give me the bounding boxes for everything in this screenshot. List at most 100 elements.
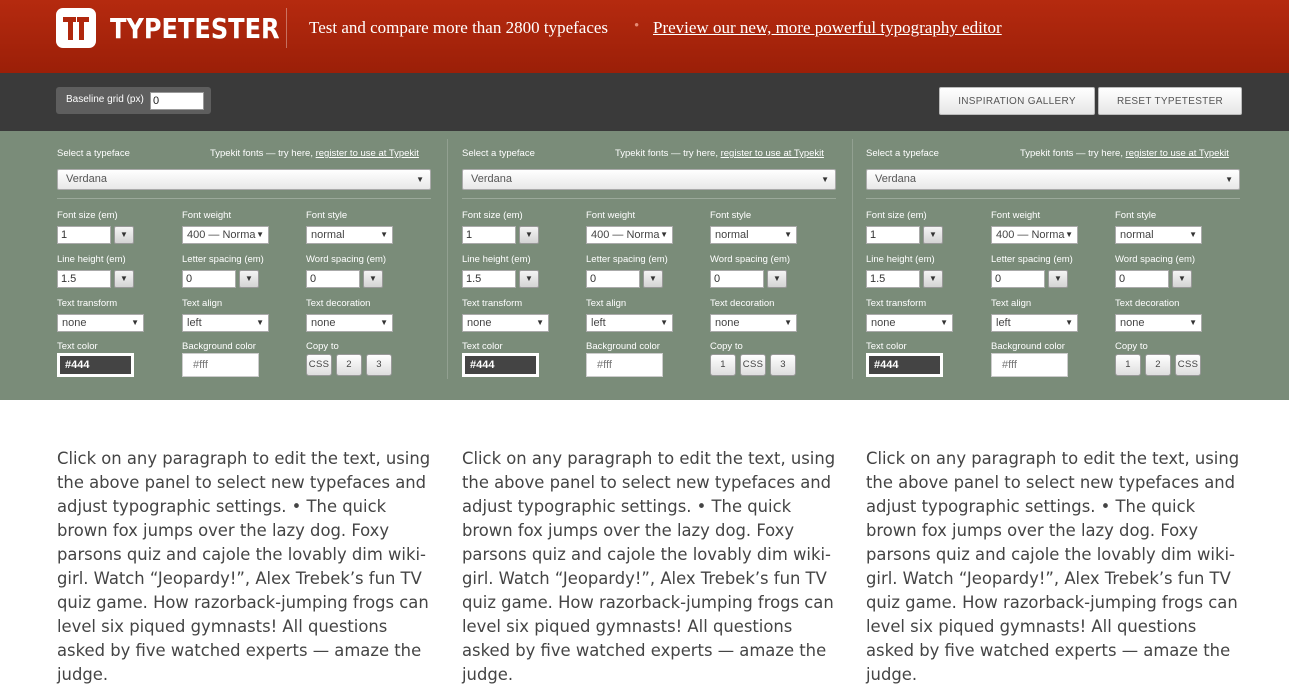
- text-transform-select[interactable]: none ▼: [866, 314, 953, 332]
- text-align-label: Text align: [586, 298, 627, 309]
- text-transform-value: none: [62, 317, 87, 329]
- copy-to-button-2[interactable]: CSS: [740, 354, 766, 376]
- word-spacing-label: Word spacing (em): [710, 254, 791, 265]
- typeface-select[interactable]: Verdana ▼: [57, 169, 431, 190]
- preview-editor-link[interactable]: Preview our new, more powerful typograph…: [653, 18, 1002, 38]
- controls-area: Select a typeface Typekit fonts — try he…: [0, 131, 1289, 400]
- baseline-grid-label: Baseline grid (px): [66, 94, 144, 105]
- letter-spacing-input[interactable]: 0: [182, 270, 236, 288]
- letter-spacing-stepper[interactable]: ▼: [239, 270, 259, 288]
- line-height-input[interactable]: 1.5: [866, 270, 920, 288]
- word-spacing-input[interactable]: 0: [1115, 270, 1169, 288]
- chevron-down-icon: ▼: [120, 230, 128, 239]
- word-spacing-input[interactable]: 0: [710, 270, 764, 288]
- text-decoration-label: Text decoration: [1115, 298, 1180, 309]
- app-name[interactable]: TYPETESTER: [110, 12, 280, 45]
- typeface-select-value: Verdana: [66, 173, 107, 185]
- sample-paragraph-1[interactable]: Click on any paragraph to edit the text,…: [57, 447, 435, 687]
- word-spacing-stepper[interactable]: ▼: [767, 270, 787, 288]
- font-weight-label: Font weight: [991, 210, 1041, 221]
- letter-spacing-input[interactable]: 0: [586, 270, 640, 288]
- font-style-select[interactable]: normal ▼: [1115, 226, 1202, 244]
- font-weight-select[interactable]: 400 — Normal ▼: [182, 226, 269, 244]
- font-size-label: Font size (em): [57, 210, 118, 221]
- word-spacing-input[interactable]: 0: [306, 270, 360, 288]
- chevron-down-icon: ▼: [649, 274, 657, 283]
- font-weight-value: 400 — Normal: [591, 229, 662, 241]
- sample-paragraph-3[interactable]: Click on any paragraph to edit the text,…: [866, 447, 1244, 687]
- divider: [866, 198, 1240, 199]
- copy-to-button-1[interactable]: 1: [710, 354, 736, 376]
- font-size-input[interactable]: 1: [57, 226, 111, 244]
- line-height-stepper[interactable]: ▼: [114, 270, 134, 288]
- line-height-input[interactable]: 1.5: [57, 270, 111, 288]
- typeface-select[interactable]: Verdana ▼: [462, 169, 836, 190]
- typeface-select[interactable]: Verdana ▼: [866, 169, 1240, 190]
- chevron-down-icon: ▼: [256, 227, 264, 243]
- settings-panel-1: Select a typeface Typekit fonts — try he…: [0, 131, 431, 400]
- typekit-register-link[interactable]: register to use at Typekit: [316, 148, 419, 159]
- text-decoration-select[interactable]: none ▼: [710, 314, 797, 332]
- letter-spacing-label: Letter spacing (em): [586, 254, 668, 265]
- text-transform-select[interactable]: none ▼: [57, 314, 144, 332]
- font-weight-select[interactable]: 400 — Normal ▼: [586, 226, 673, 244]
- line-height-input[interactable]: 1.5: [462, 270, 516, 288]
- sample-paragraph-2[interactable]: Click on any paragraph to edit the text,…: [462, 447, 840, 687]
- font-style-value: normal: [715, 229, 749, 241]
- font-size-stepper[interactable]: ▼: [923, 226, 943, 244]
- copy-to-button-2[interactable]: 2: [1145, 354, 1171, 376]
- word-spacing-label: Word spacing (em): [1115, 254, 1196, 265]
- chevron-down-icon: ▼: [784, 315, 792, 331]
- text-color-input[interactable]: #444: [462, 353, 539, 377]
- font-style-select[interactable]: normal ▼: [710, 226, 797, 244]
- chevron-down-icon: ▼: [131, 315, 139, 331]
- copy-to-label: Copy to: [1115, 341, 1148, 352]
- reset-typetester-button[interactable]: RESET TYPETESTER: [1098, 87, 1242, 115]
- text-color-input[interactable]: #444: [866, 353, 943, 377]
- line-height-stepper[interactable]: ▼: [923, 270, 943, 288]
- text-align-select[interactable]: left ▼: [182, 314, 269, 332]
- copy-to-button-1[interactable]: CSS: [306, 354, 332, 376]
- font-style-select[interactable]: normal ▼: [306, 226, 393, 244]
- typetester-logo-icon[interactable]: [56, 8, 96, 48]
- letter-spacing-stepper[interactable]: ▼: [1048, 270, 1068, 288]
- background-color-input[interactable]: #fff: [991, 353, 1068, 377]
- word-spacing-stepper[interactable]: ▼: [1172, 270, 1192, 288]
- chevron-down-icon: ▼: [1189, 315, 1197, 331]
- copy-to-button-3[interactable]: 3: [366, 354, 392, 376]
- background-color-label: Background color: [586, 341, 660, 352]
- text-decoration-select[interactable]: none ▼: [306, 314, 393, 332]
- line-height-stepper[interactable]: ▼: [519, 270, 539, 288]
- text-align-value: left: [187, 317, 202, 329]
- typekit-note: Typekit fonts — try here, register to us…: [210, 148, 419, 159]
- background-color-input[interactable]: #fff: [586, 353, 663, 377]
- font-weight-select[interactable]: 400 — Normal ▼: [991, 226, 1078, 244]
- copy-to-button-2[interactable]: 2: [336, 354, 362, 376]
- copy-to-button-3[interactable]: CSS: [1175, 354, 1201, 376]
- text-align-select[interactable]: left ▼: [586, 314, 673, 332]
- text-decoration-select[interactable]: none ▼: [1115, 314, 1202, 332]
- baseline-grid-input[interactable]: [150, 92, 204, 110]
- chevron-down-icon: ▼: [660, 315, 668, 331]
- font-size-stepper[interactable]: ▼: [114, 226, 134, 244]
- letter-spacing-input[interactable]: 0: [991, 270, 1045, 288]
- background-color-input[interactable]: #fff: [182, 353, 259, 377]
- font-size-input[interactable]: 1: [462, 226, 516, 244]
- text-align-select[interactable]: left ▼: [991, 314, 1078, 332]
- copy-to-button-3[interactable]: 3: [770, 354, 796, 376]
- word-spacing-stepper[interactable]: ▼: [363, 270, 383, 288]
- chevron-down-icon: ▼: [1065, 227, 1073, 243]
- inspiration-gallery-button[interactable]: INSPIRATION GALLERY: [939, 87, 1095, 115]
- settings-panel-3: Select a typeface Typekit fonts — try he…: [809, 131, 1240, 400]
- typekit-register-link[interactable]: register to use at Typekit: [1126, 148, 1229, 159]
- font-size-input[interactable]: 1: [866, 226, 920, 244]
- letter-spacing-label: Letter spacing (em): [182, 254, 264, 265]
- text-transform-select[interactable]: none ▼: [462, 314, 549, 332]
- chevron-down-icon: ▼: [1054, 274, 1062, 283]
- text-align-value: left: [996, 317, 1011, 329]
- text-color-input[interactable]: #444: [57, 353, 134, 377]
- font-size-stepper[interactable]: ▼: [519, 226, 539, 244]
- font-style-label: Font style: [306, 210, 348, 221]
- copy-to-button-1[interactable]: 1: [1115, 354, 1141, 376]
- letter-spacing-stepper[interactable]: ▼: [643, 270, 663, 288]
